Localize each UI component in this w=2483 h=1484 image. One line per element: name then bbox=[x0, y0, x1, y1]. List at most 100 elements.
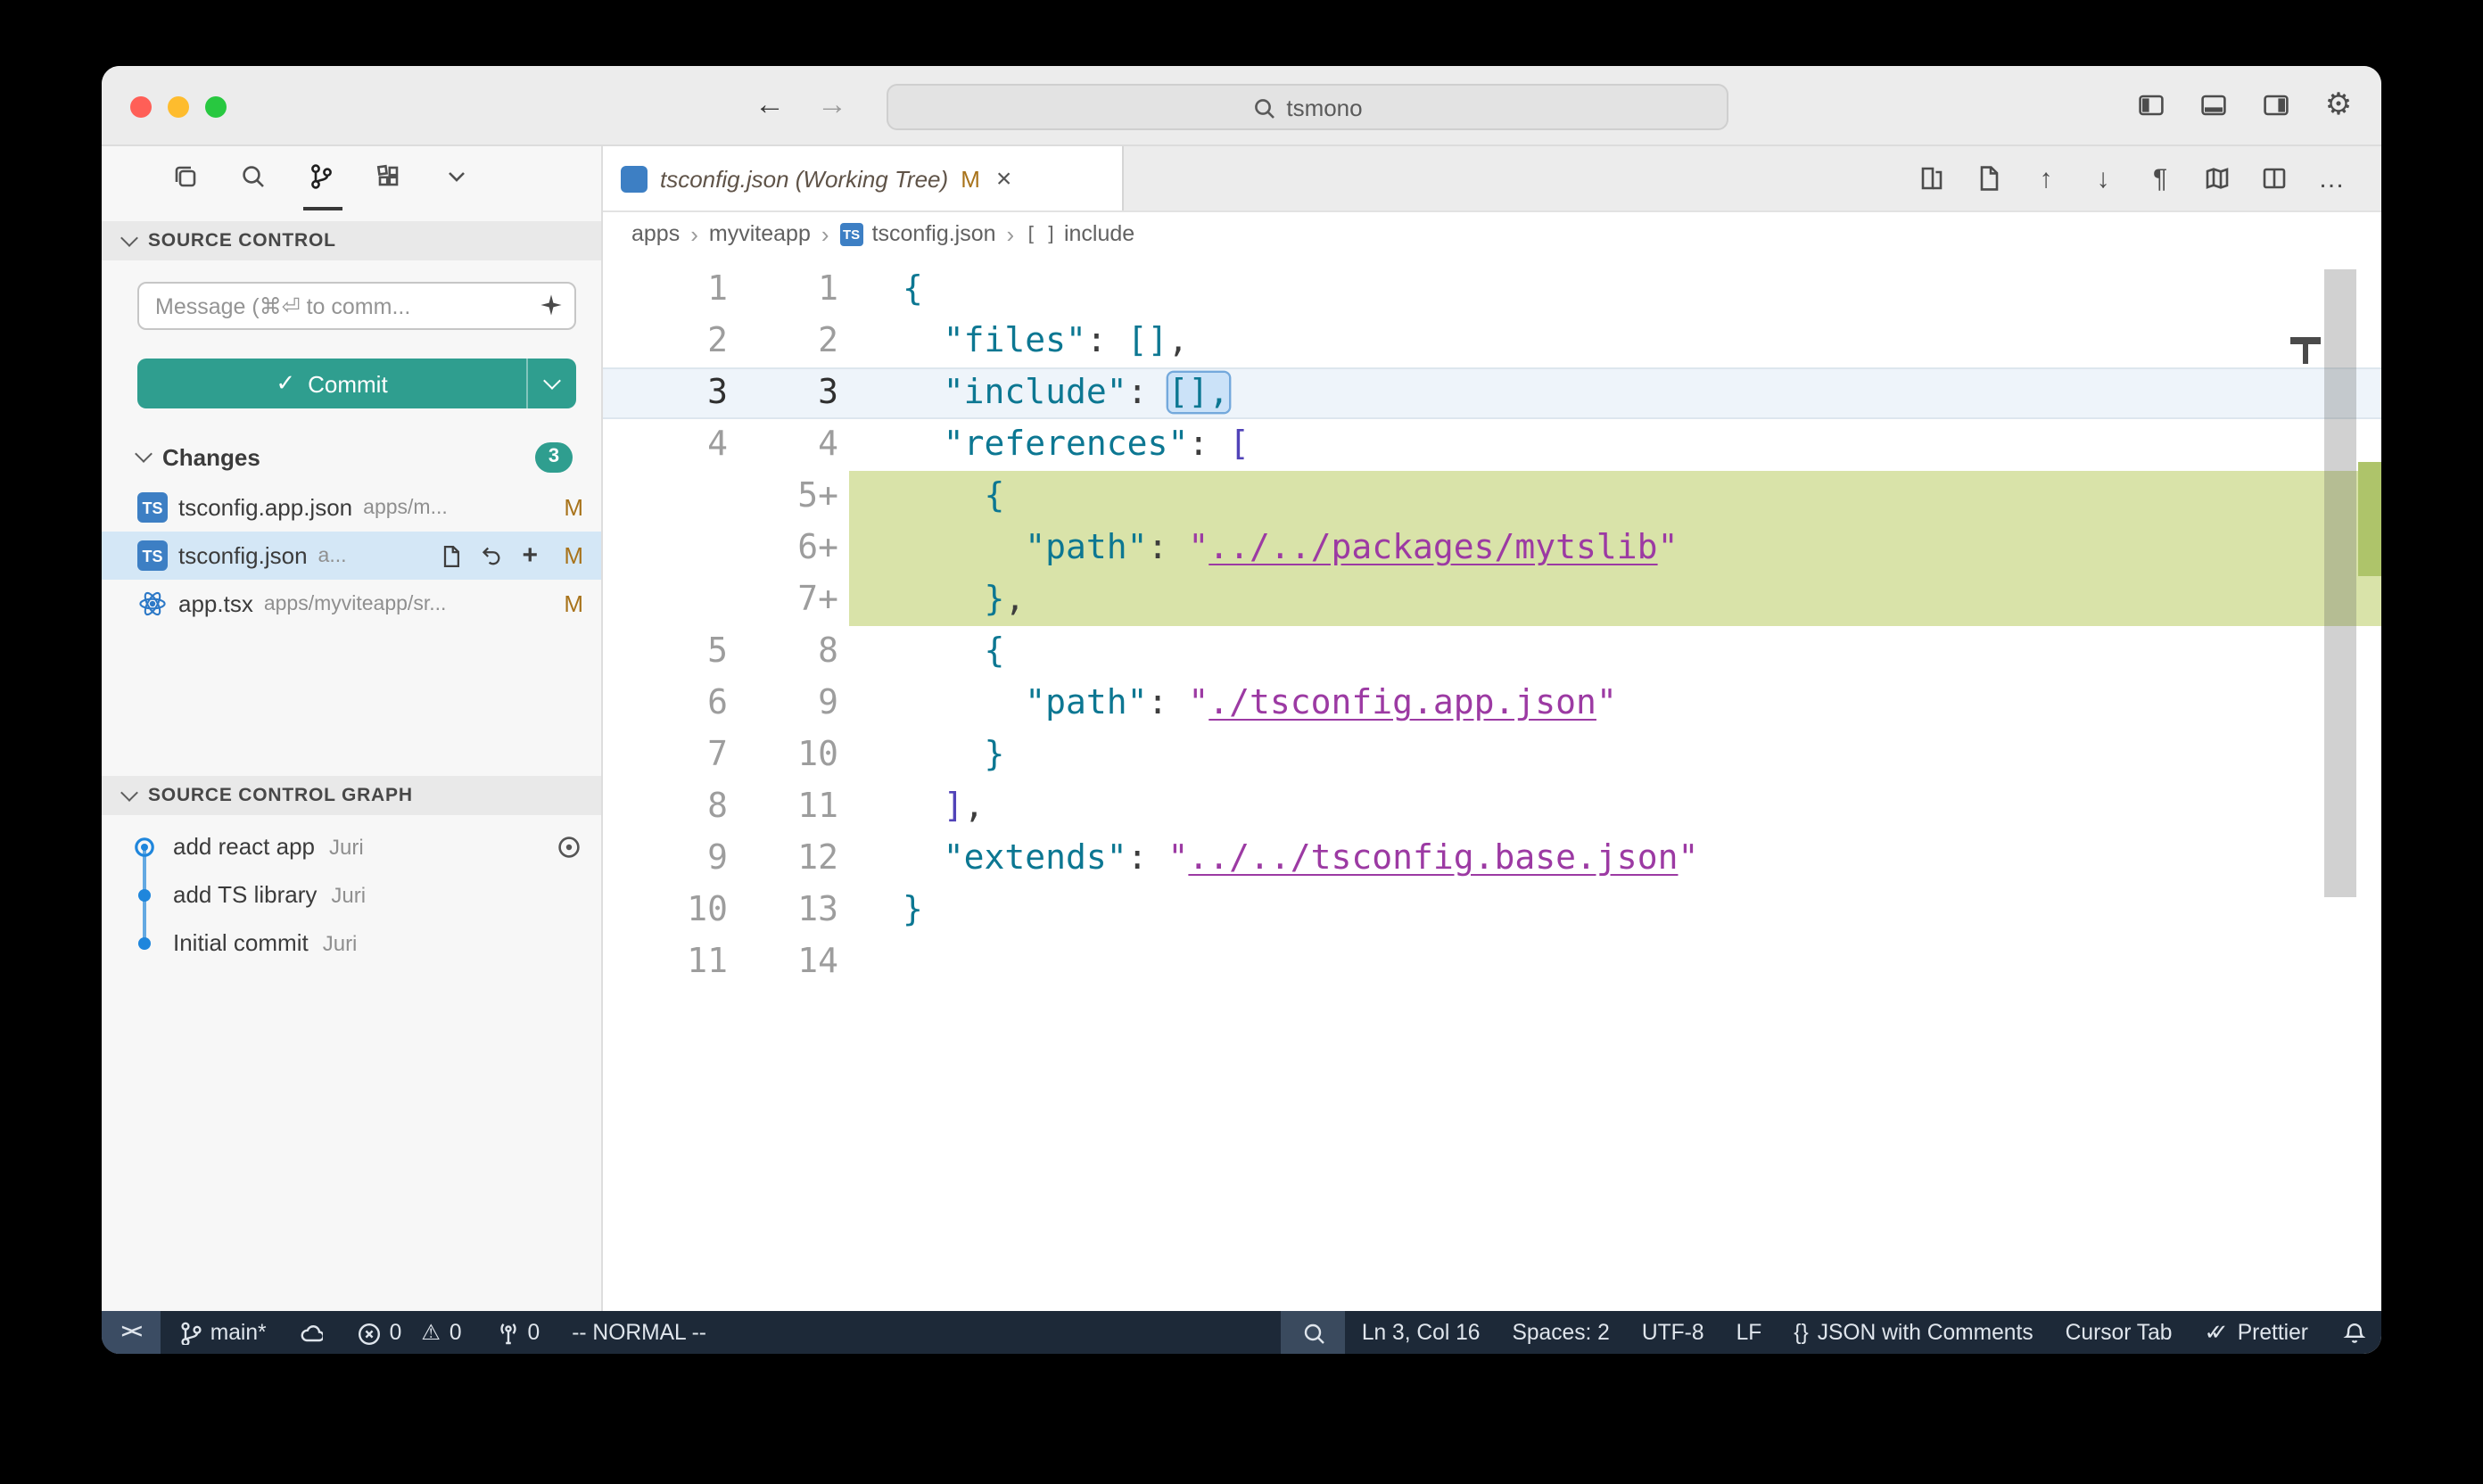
whitespace-toggle-icon[interactable]: ¶ bbox=[2142, 161, 2178, 196]
error-icon bbox=[356, 1320, 381, 1345]
open-changes-icon[interactable] bbox=[1914, 161, 1950, 196]
sparkle-ai-icon[interactable] bbox=[537, 291, 564, 317]
stage-changes-icon[interactable]: + bbox=[514, 540, 546, 572]
discard-changes-icon[interactable] bbox=[474, 540, 507, 572]
map-icon[interactable] bbox=[2199, 161, 2235, 196]
forward-icon[interactable]: → bbox=[817, 87, 847, 123]
line-number-new: 9 bbox=[738, 678, 849, 730]
traffic-lights bbox=[130, 96, 227, 118]
typescript-icon bbox=[621, 165, 648, 192]
commit-message-input[interactable] bbox=[137, 282, 576, 330]
formatter-indicator[interactable]: ✓✓ Prettier bbox=[2188, 1311, 2324, 1354]
tab-tsconfig-working-tree[interactable]: tsconfig.json (Working Tree) M × bbox=[603, 146, 1124, 210]
go-to-file-icon[interactable] bbox=[1971, 161, 2007, 196]
remote-indicator[interactable]: >< bbox=[102, 1311, 161, 1354]
cursor-tab-indicator[interactable]: Cursor Tab bbox=[2050, 1311, 2189, 1354]
minimize-window-button[interactable] bbox=[168, 96, 189, 118]
file-row[interactable]: TStsconfig.app.jsonapps/m...M bbox=[102, 483, 601, 532]
branch-indicator[interactable]: main* bbox=[161, 1311, 283, 1354]
toggle-panel-icon[interactable] bbox=[2196, 87, 2231, 123]
sidebar: SOURCE CONTROL ✓ Commit bbox=[102, 146, 603, 1311]
commit-message: add TS library bbox=[173, 881, 317, 908]
zoom-window-button[interactable] bbox=[205, 96, 227, 118]
commit-row[interactable]: Initial commitJuri bbox=[102, 919, 601, 967]
zoom-indicator[interactable] bbox=[1282, 1311, 1346, 1354]
code-line: 22 "files": [], bbox=[603, 316, 2381, 367]
ports-indicator[interactable]: 0 bbox=[478, 1311, 557, 1354]
close-tab-icon[interactable]: × bbox=[996, 163, 1012, 194]
file-name: app.tsx bbox=[178, 590, 253, 617]
eol-indicator[interactable]: LF bbox=[1720, 1311, 1778, 1354]
file-link[interactable]: ../../tsconfig.base.json bbox=[1188, 838, 1678, 878]
search-view-icon[interactable] bbox=[230, 146, 280, 210]
commit-author: Juri bbox=[329, 834, 364, 859]
file-path: apps/myviteapp/sr... bbox=[264, 593, 447, 614]
graph-section-header[interactable]: SOURCE CONTROL GRAPH bbox=[102, 776, 601, 815]
changes-section-header[interactable]: Changes 3 bbox=[137, 433, 576, 480]
check-icon: ✓ bbox=[276, 369, 295, 398]
code-line: 44 "references": [ bbox=[603, 419, 2381, 471]
indentation-indicator[interactable]: Spaces: 2 bbox=[1496, 1311, 1625, 1354]
cursor-position[interactable]: Ln 3, Col 16 bbox=[1346, 1311, 1497, 1354]
editor-actions: ↑ ↓ ¶ … bbox=[1914, 146, 2381, 210]
breadcrumb-item[interactable]: TStsconfig.json bbox=[840, 221, 996, 246]
file-link[interactable]: ./tsconfig.app.json bbox=[1209, 683, 1596, 722]
source-control-section-header[interactable]: SOURCE CONTROL bbox=[102, 221, 601, 260]
toggle-primary-sidebar-icon[interactable] bbox=[2133, 87, 2169, 123]
publish-button[interactable] bbox=[283, 1311, 340, 1354]
commit-dropdown-button[interactable] bbox=[526, 359, 576, 408]
file-name: tsconfig.app.json bbox=[178, 494, 352, 521]
typescript-icon: TS bbox=[137, 492, 168, 523]
chevron-down-icon bbox=[135, 445, 153, 463]
breadcrumb-item[interactable]: myviteapp bbox=[709, 221, 811, 246]
notifications-bell[interactable] bbox=[2324, 1311, 2381, 1354]
line-number-new: 12 bbox=[738, 833, 849, 885]
problems-indicator[interactable]: 0 ⚠ 0 bbox=[340, 1311, 478, 1354]
code-text: ], bbox=[849, 781, 2381, 833]
target-icon[interactable] bbox=[555, 832, 583, 861]
scrollbar-slider[interactable] bbox=[2324, 269, 2356, 897]
next-change-icon[interactable]: ↓ bbox=[2085, 161, 2121, 196]
line-number-old: 8 bbox=[603, 781, 738, 833]
line-number-old: 9 bbox=[603, 833, 738, 885]
previous-change-icon[interactable]: ↑ bbox=[2028, 161, 2064, 196]
breadcrumb-separator: › bbox=[690, 220, 698, 247]
head-commit-icon bbox=[130, 832, 159, 861]
breadcrumb-label: myviteapp bbox=[709, 221, 811, 246]
typescript-icon: TS bbox=[840, 222, 863, 245]
file-link[interactable]: ../../packages/mytslib bbox=[1209, 528, 1657, 567]
language-mode[interactable]: {} JSON with Comments bbox=[1778, 1311, 2049, 1354]
editor-code-area[interactable]: 11{22 "files": [],33 "include": [],44 "r… bbox=[603, 255, 2381, 1311]
encoding-indicator[interactable]: UTF-8 bbox=[1626, 1311, 1720, 1354]
open-file-icon[interactable] bbox=[435, 540, 467, 572]
explorer-icon[interactable] bbox=[162, 146, 212, 210]
toggle-secondary-sidebar-icon[interactable] bbox=[2258, 87, 2294, 123]
file-row[interactable]: TStsconfig.jsona...+M bbox=[102, 532, 601, 580]
breadcrumb-item[interactable]: [ ]include bbox=[1025, 221, 1134, 246]
commit-dot-icon bbox=[130, 880, 159, 909]
line-number-old: 5 bbox=[603, 626, 738, 678]
more-actions-icon[interactable]: … bbox=[2314, 161, 2349, 196]
commit-row[interactable]: add TS libraryJuri bbox=[102, 870, 601, 919]
search-icon bbox=[1252, 95, 1275, 119]
breadcrumb-item[interactable]: apps bbox=[631, 221, 680, 246]
tab-title: tsconfig.json (Working Tree) bbox=[660, 165, 948, 192]
double-check-icon: ✓✓ bbox=[2204, 1320, 2228, 1345]
changes-count-badge: 3 bbox=[535, 441, 573, 472]
more-views-chevron-icon[interactable] bbox=[433, 146, 483, 210]
extensions-icon[interactable] bbox=[366, 146, 416, 210]
command-center-search[interactable]: tsmono bbox=[887, 84, 1728, 130]
file-row[interactable]: app.tsxapps/myviteapp/sr...M bbox=[102, 580, 601, 628]
line-number-old: 6 bbox=[603, 678, 738, 730]
source-control-view-icon[interactable] bbox=[298, 146, 348, 210]
remote-icon: >< bbox=[121, 1322, 141, 1343]
back-icon[interactable]: ← bbox=[755, 87, 785, 123]
settings-gear-icon[interactable]: ⚙ bbox=[2321, 87, 2356, 123]
split-editor-icon[interactable] bbox=[2256, 161, 2292, 196]
commit-button[interactable]: ✓ Commit bbox=[137, 359, 576, 408]
code-line: 58 { bbox=[603, 626, 2381, 678]
close-window-button[interactable] bbox=[130, 96, 152, 118]
branch-name: main* bbox=[210, 1320, 267, 1345]
line-number-old bbox=[603, 574, 738, 626]
commit-row[interactable]: add react appJuri bbox=[102, 822, 601, 870]
